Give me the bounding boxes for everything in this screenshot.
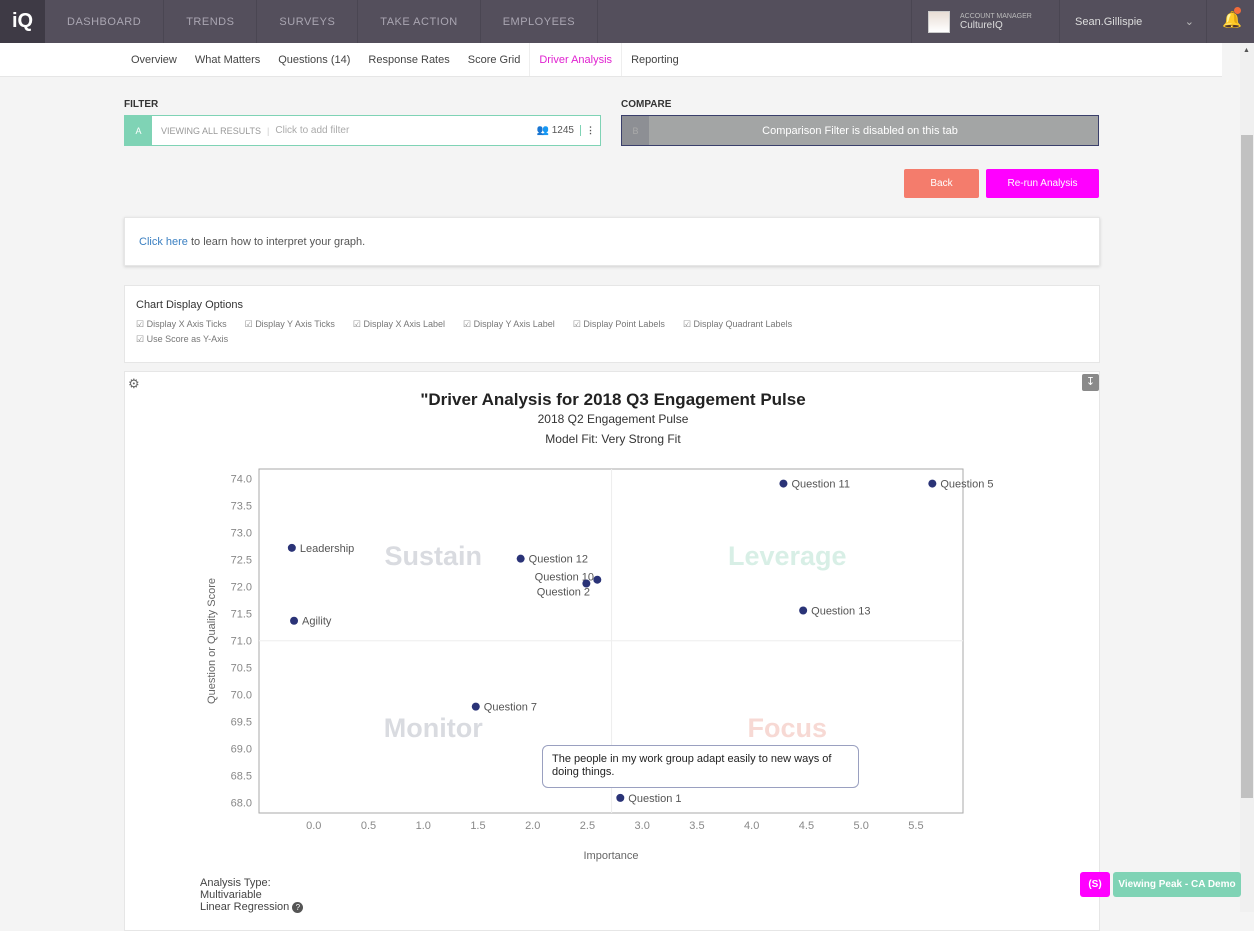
x-tick-label: 4.0 (744, 820, 759, 832)
data-point (287, 543, 296, 552)
point-label: Question 7 (484, 702, 537, 714)
data-point (779, 479, 788, 488)
x-tick-label: 1.5 (470, 820, 485, 832)
x-tick-label: 5.0 (854, 820, 869, 832)
y-tick-label: 68.5 (231, 771, 252, 783)
x-tick-label: 0.5 (361, 820, 376, 832)
point-label: Leadership (300, 543, 354, 555)
s-badge[interactable]: (S) (1080, 872, 1110, 897)
y-tick-label: 71.5 (231, 609, 252, 621)
point-label: Question 1 (628, 793, 681, 805)
point-tooltip: The people in my work group adapt easily… (542, 745, 859, 788)
y-tick-label: 73.0 (231, 528, 252, 540)
point-label: Question 5 (940, 479, 993, 491)
y-tick-label: 72.5 (231, 555, 252, 567)
y-tick-label: 70.0 (231, 690, 252, 702)
point-label: Agility (302, 616, 332, 628)
x-tick-label: 3.5 (689, 820, 704, 832)
x-axis-label: Importance (583, 850, 638, 862)
y-axis-label: Question or Quality Score (206, 578, 218, 704)
data-point (928, 479, 937, 488)
data-point (471, 702, 480, 711)
x-tick-label: 4.5 (799, 820, 814, 832)
y-tick-label: 74.0 (231, 474, 252, 486)
quadrant-label-leverage: Leverage (728, 541, 847, 571)
y-tick-label: 73.5 (231, 501, 252, 513)
quadrant-label-monitor: Monitor (384, 713, 483, 743)
data-point (290, 616, 299, 625)
y-tick-label: 71.0 (231, 636, 252, 648)
data-point (593, 575, 602, 584)
y-tick-label: 72.0 (231, 582, 252, 594)
x-tick-label: 5.5 (908, 820, 923, 832)
data-point (516, 554, 525, 563)
x-tick-label: 1.0 (416, 820, 431, 832)
point-label: Question 11 (791, 479, 850, 491)
y-tick-label: 70.5 (231, 663, 252, 675)
point-label: Question 12 (529, 554, 588, 566)
x-tick-label: 3.0 (635, 820, 650, 832)
viewing-badge[interactable]: Viewing Peak - CA Demo (1113, 872, 1241, 897)
point-label: Question 2 (537, 586, 590, 598)
y-tick-label: 69.0 (231, 744, 252, 756)
x-tick-label: 2.0 (525, 820, 540, 832)
quadrant-label-sustain: Sustain (385, 541, 483, 571)
quadrant-label-focus: Focus (748, 713, 828, 743)
x-tick-label: 2.5 (580, 820, 595, 832)
data-point (616, 793, 625, 802)
data-point (799, 606, 808, 615)
x-tick-label: 0.0 (306, 820, 321, 832)
y-tick-label: 68.0 (231, 798, 252, 810)
y-tick-label: 69.5 (231, 717, 252, 729)
point-label: Question 13 (811, 605, 870, 617)
